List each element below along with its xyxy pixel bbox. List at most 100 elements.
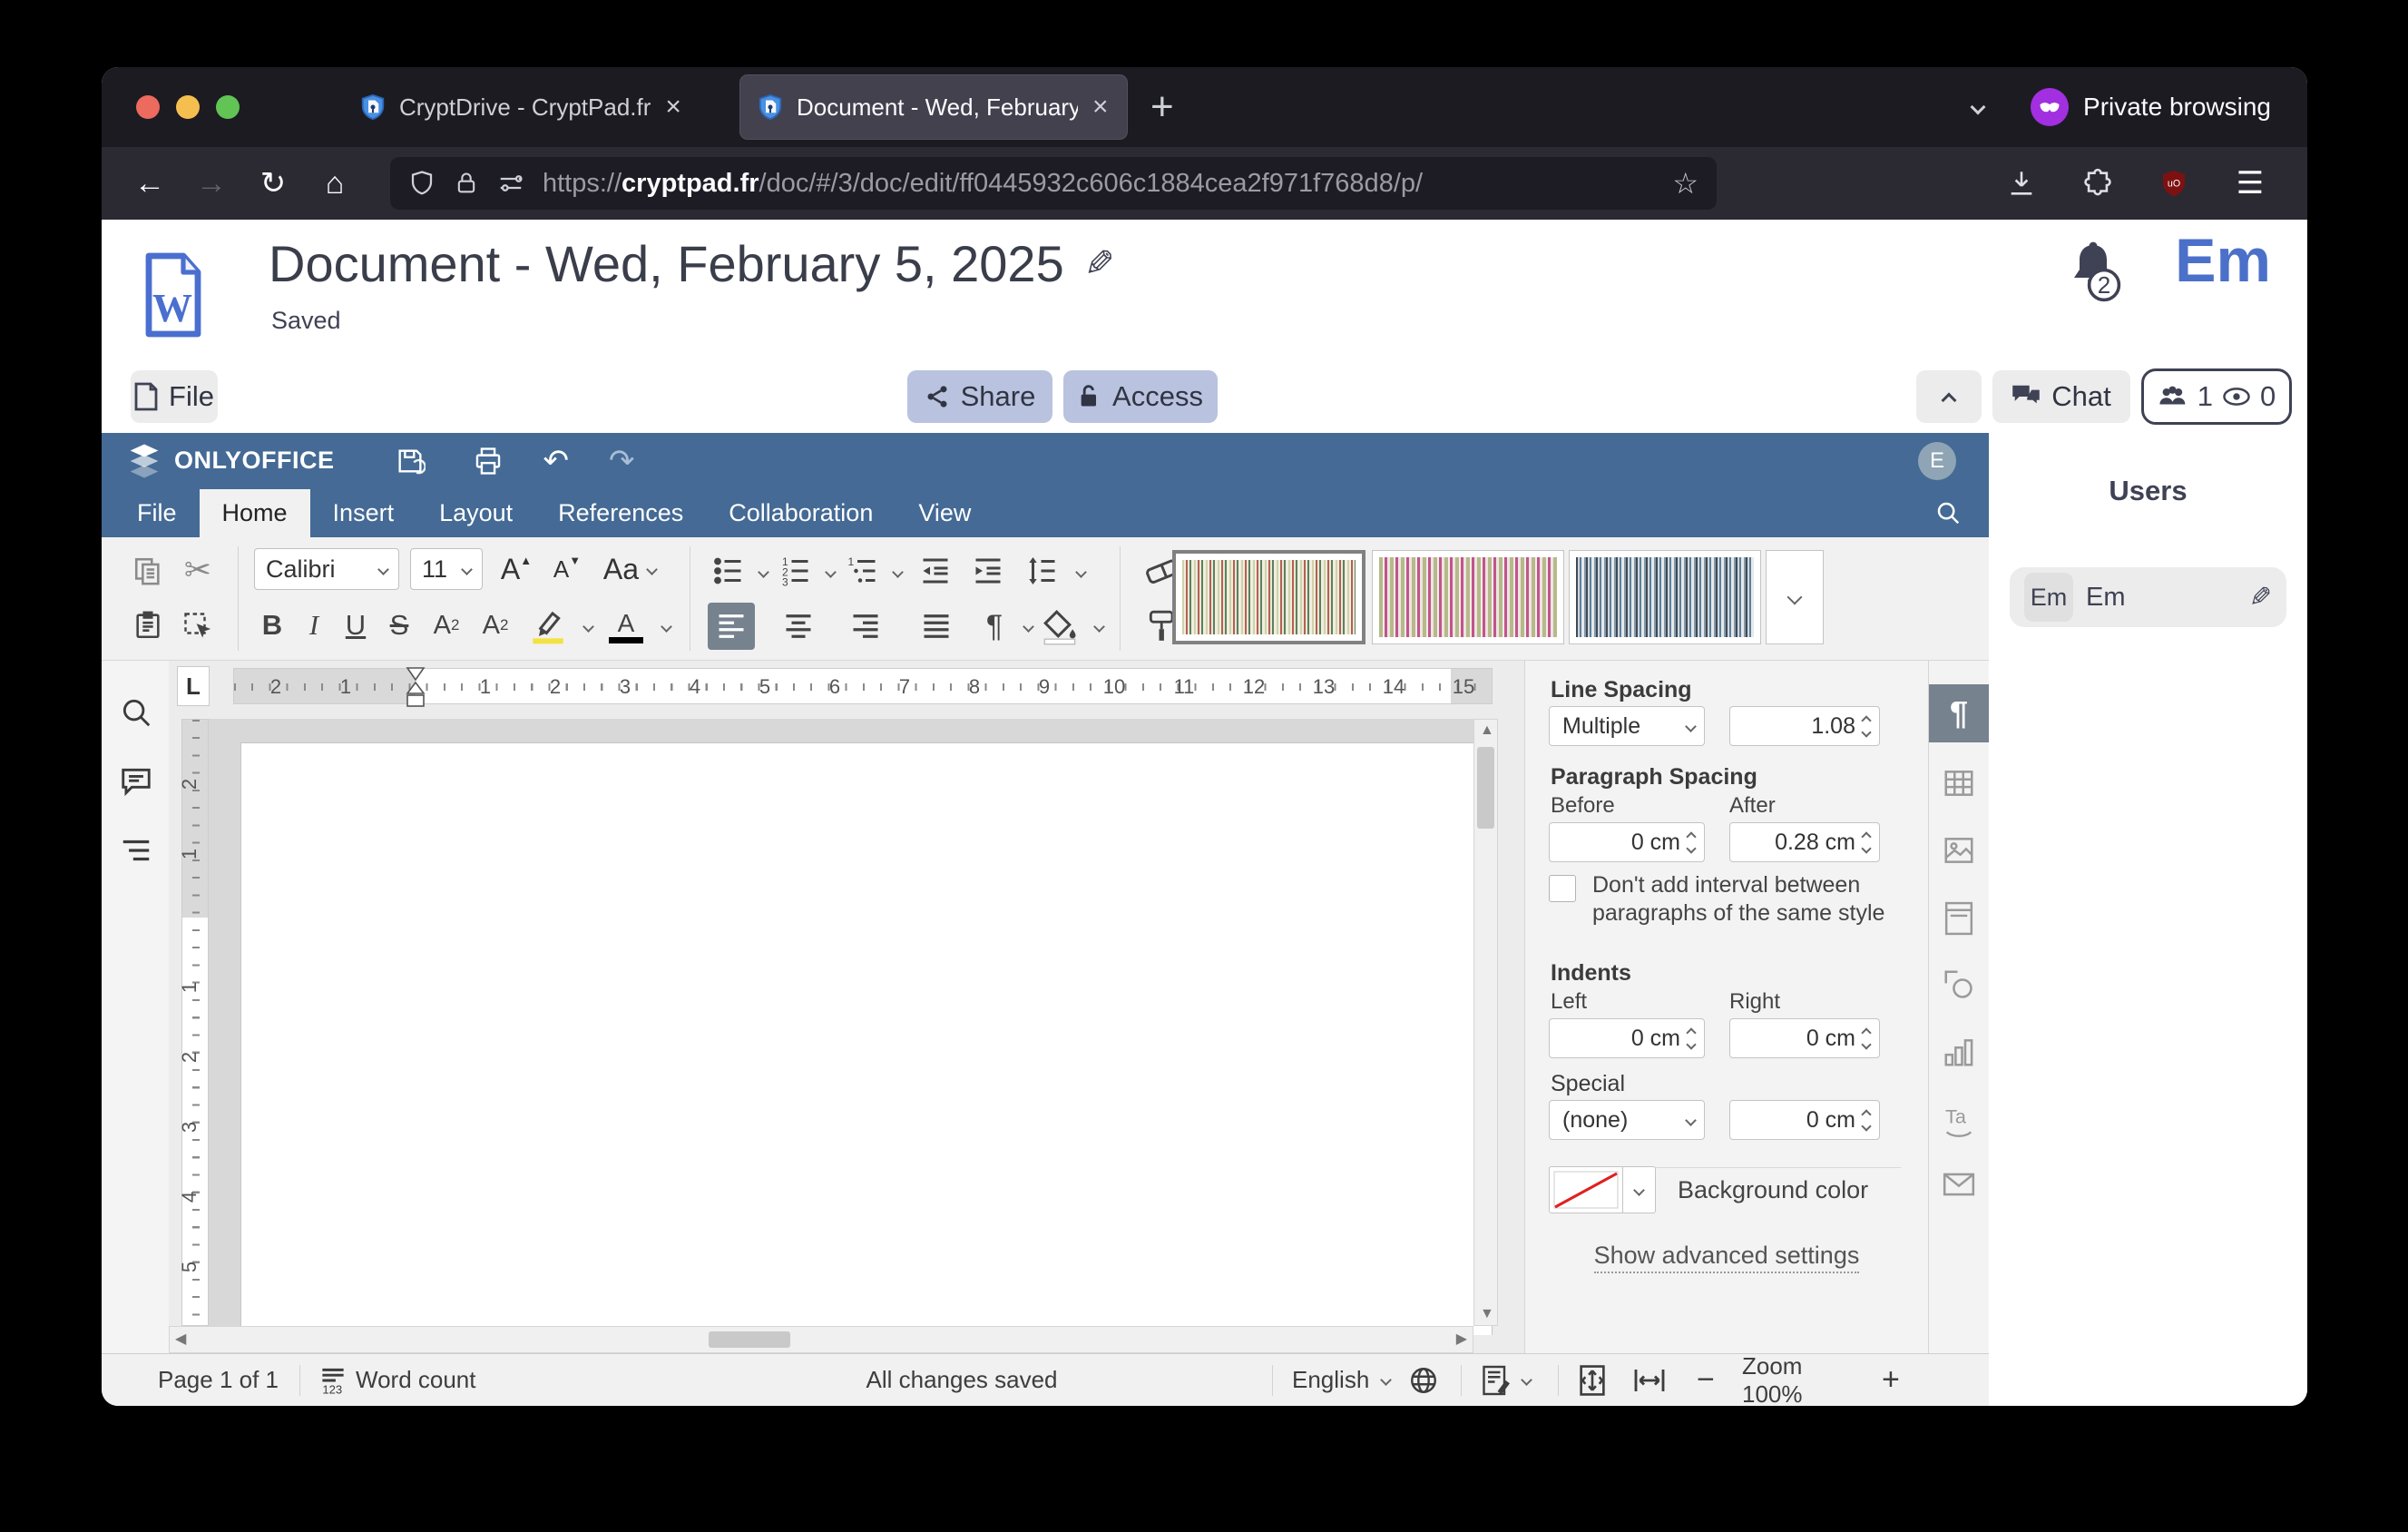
subscript-button[interactable]: A2: [474, 604, 517, 646]
zoom-out-button[interactable]: −: [1697, 1354, 1715, 1406]
close-window-button[interactable]: [136, 95, 160, 119]
bullet-list-chevron[interactable]: [749, 555, 768, 588]
menu-tab-home[interactable]: Home: [200, 489, 310, 537]
lock-icon[interactable]: [454, 171, 479, 196]
forward-icon[interactable]: →: [191, 162, 232, 204]
shape-settings-tab[interactable]: [1942, 967, 1976, 1002]
fit-width-button[interactable]: [1633, 1354, 1666, 1406]
bullet-list-icon[interactable]: [708, 550, 749, 592]
print-icon[interactable]: [473, 446, 504, 476]
word-count-button[interactable]: 123 Word count: [319, 1354, 475, 1406]
style-preview-no-spacing[interactable]: [1372, 550, 1564, 644]
comments-icon[interactable]: [119, 764, 153, 799]
font-color-chevron[interactable]: [651, 610, 671, 643]
reload-icon[interactable]: ↻: [252, 162, 294, 204]
line-spacing-select[interactable]: Multiple: [1549, 706, 1705, 746]
increase-font-icon[interactable]: A▲: [494, 548, 539, 590]
spacing-before-spinner[interactable]: 0 cm: [1549, 822, 1705, 862]
highlight-chevron[interactable]: [573, 610, 593, 643]
zoom-in-button[interactable]: +: [1882, 1354, 1900, 1406]
tab-close-icon[interactable]: ×: [1092, 92, 1109, 123]
navigation-headings-icon[interactable]: [119, 833, 153, 868]
superscript-button[interactable]: A2: [425, 604, 468, 646]
numbered-list-icon[interactable]: 123: [775, 550, 817, 592]
increase-indent-icon[interactable]: [965, 550, 1011, 592]
strikethrough-button[interactable]: S: [379, 604, 419, 646]
copy-icon[interactable]: [127, 550, 169, 592]
menu-tab-insert[interactable]: Insert: [310, 489, 417, 537]
image-settings-tab[interactable]: [1942, 833, 1976, 868]
shading-fill-icon[interactable]: [1036, 604, 1083, 648]
header-footer-settings-tab[interactable]: [1943, 900, 1975, 937]
change-case-icon[interactable]: Aa: [597, 548, 662, 590]
table-settings-tab[interactable]: [1942, 766, 1976, 800]
advanced-settings-link[interactable]: Show advanced settings: [1525, 1242, 1928, 1270]
indent-left-spinner[interactable]: 0 cm: [1549, 1018, 1705, 1058]
cut-icon[interactable]: ✂: [176, 548, 220, 592]
background-color-chevron[interactable]: [1623, 1166, 1656, 1213]
spacing-after-spinner[interactable]: 0.28 cm: [1729, 822, 1880, 862]
menu-tab-view[interactable]: View: [896, 489, 994, 537]
special-select[interactable]: (none): [1549, 1100, 1705, 1140]
highlight-color-icon[interactable]: [524, 604, 572, 648]
paste-icon[interactable]: [127, 604, 169, 646]
document-page[interactable]: [240, 742, 1493, 1335]
collapse-toolbar-button[interactable]: [1916, 370, 1982, 423]
line-spacing-chevron[interactable]: [1067, 555, 1085, 588]
horizontal-ruler[interactable]: 21123456789101112131415: [233, 668, 1493, 704]
rename-pencil-icon[interactable]: ✎: [1084, 243, 1115, 285]
multilevel-list-icon[interactable]: 1: [842, 550, 884, 592]
numbered-list-chevron[interactable]: [817, 555, 835, 588]
pad-title[interactable]: Document - Wed, February 5, 2025 ✎: [269, 234, 1114, 293]
minimize-window-button[interactable]: [176, 95, 200, 119]
paragraph-settings-tab[interactable]: ¶: [1929, 684, 1989, 742]
share-button[interactable]: Share: [907, 370, 1052, 423]
undo-icon[interactable]: ↶: [543, 443, 570, 479]
shading-fill-chevron[interactable]: [1085, 610, 1103, 643]
italic-button[interactable]: I: [296, 604, 332, 646]
chat-button[interactable]: Chat: [1992, 370, 2130, 423]
align-right-button[interactable]: [842, 603, 889, 650]
line-spacing-icon[interactable]: [1020, 550, 1065, 592]
decrease-font-icon[interactable]: A▼: [544, 548, 590, 590]
underline-button[interactable]: U: [338, 604, 374, 646]
account-name[interactable]: Em: [2175, 225, 2271, 296]
shield-icon[interactable]: [408, 170, 436, 197]
line-spacing-amount-spinner[interactable]: 1.08: [1729, 706, 1880, 746]
home-icon[interactable]: ⌂: [314, 162, 356, 204]
tab-list-chevron-icon[interactable]: [1971, 100, 1986, 115]
bookmark-star-icon[interactable]: ☆: [1672, 166, 1698, 201]
new-tab-button[interactable]: +: [1150, 87, 1174, 127]
maximize-window-button[interactable]: [216, 95, 240, 119]
indent-markers[interactable]: [406, 666, 426, 713]
tab-document[interactable]: Document - Wed, February 5, 20 ×: [740, 75, 1127, 139]
align-left-button[interactable]: [708, 603, 755, 650]
style-preview-normal[interactable]: [1172, 550, 1366, 644]
menu-tab-collaboration[interactable]: Collaboration: [706, 489, 896, 537]
select-all-icon[interactable]: [176, 604, 220, 648]
fit-page-button[interactable]: [1577, 1354, 1608, 1406]
search-icon[interactable]: [1934, 499, 1962, 526]
paragraph-marks-icon[interactable]: ¶: [974, 604, 1014, 648]
language-selector[interactable]: English: [1292, 1354, 1439, 1406]
presence-indicator[interactable]: 1 0: [2141, 368, 2292, 425]
style-preview-heading[interactable]: [1569, 550, 1761, 644]
multilevel-list-chevron[interactable]: [884, 555, 902, 588]
textart-settings-tab[interactable]: Ta: [1941, 1102, 1977, 1138]
mail-merge-settings-tab[interactable]: [1942, 1171, 1976, 1198]
back-icon[interactable]: ←: [129, 162, 171, 204]
menu-tab-layout[interactable]: Layout: [416, 489, 535, 537]
tab-close-icon[interactable]: ×: [665, 92, 681, 123]
decrease-indent-icon[interactable]: [913, 550, 958, 592]
tab-cryptdrive[interactable]: CryptDrive - CryptPad.fr ×: [343, 75, 711, 139]
tab-stop-selector[interactable]: L: [177, 666, 210, 706]
access-button[interactable]: Access: [1063, 370, 1218, 423]
zoom-level[interactable]: Zoom 100%: [1742, 1354, 1869, 1406]
special-amount-spinner[interactable]: 0 cm: [1729, 1100, 1880, 1140]
justify-button[interactable]: [913, 603, 960, 650]
redo-icon[interactable]: ↷: [609, 443, 635, 479]
horizontal-scroll-thumb[interactable]: [709, 1331, 790, 1348]
notifications-bell[interactable]: 2: [2064, 240, 2122, 303]
style-gallery-expand-button[interactable]: [1766, 550, 1824, 644]
spellcheck-button[interactable]: [1481, 1354, 1531, 1406]
